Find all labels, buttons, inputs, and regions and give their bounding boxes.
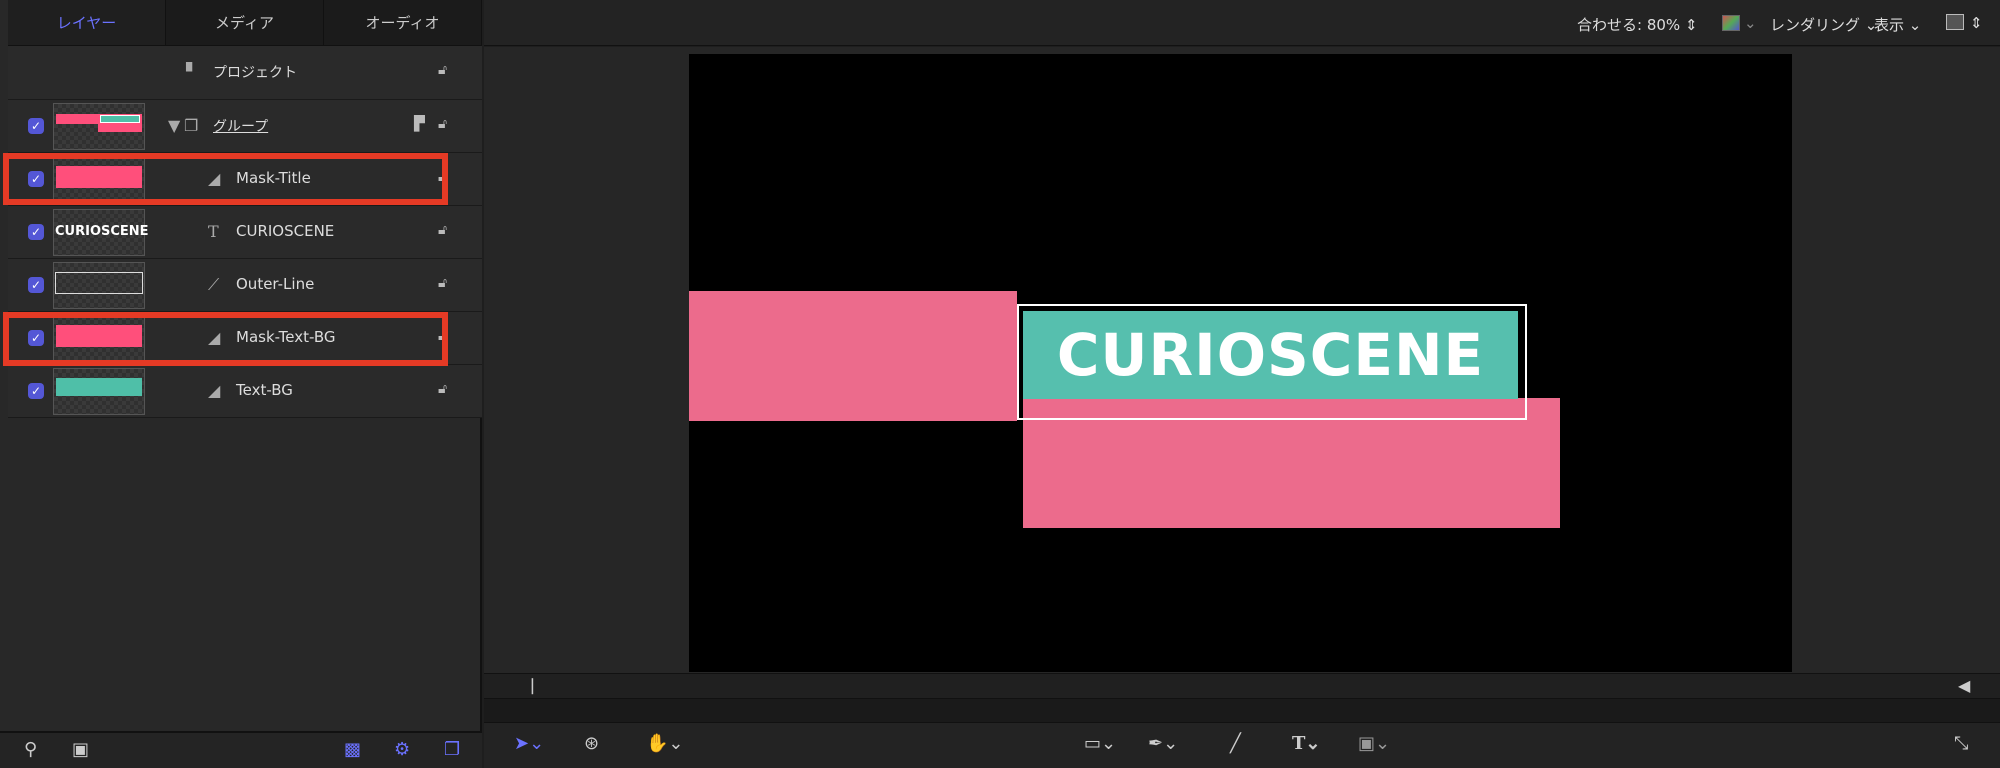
layout-icon[interactable] — [1946, 14, 1964, 30]
layer-name: CURIOSCENE — [236, 222, 335, 240]
lock-icon[interactable]: 🔓︎ — [438, 62, 447, 78]
outer-line-shape[interactable] — [1017, 304, 1527, 420]
project-row[interactable]: ▘ プロジェクト 🔓︎ — [8, 46, 482, 100]
document-icon: ▘ — [186, 62, 199, 81]
text-tool-icon[interactable]: T⌄ — [1292, 733, 1320, 754]
layer-row-group[interactable]: ✓ ▼ ❐ グループ ▛ 🔓︎ — [8, 100, 482, 153]
layer-row-outer-line[interactable]: ✓ ⟋ Outer-Line 🔓︎ — [8, 259, 482, 312]
layer-name: Outer-Line — [236, 275, 315, 293]
fullscreen-icon[interactable]: ⤡ — [1954, 733, 1968, 754]
lock-icon[interactable]: 🔓︎ — [438, 381, 447, 397]
hand-tool-icon[interactable]: ✋⌄ — [646, 733, 684, 754]
lock-icon[interactable]: 🔓︎ — [438, 116, 447, 132]
layer-thumbnail — [53, 262, 145, 309]
tab-media[interactable]: メディア — [166, 0, 324, 45]
thumbnail-toggle-icon[interactable]: ▣ — [72, 739, 89, 760]
line-icon: ⟋ — [208, 275, 220, 294]
text-icon: T — [208, 222, 219, 241]
group-options-icon[interactable]: ▛ — [414, 116, 425, 132]
layer-name: グループ — [213, 119, 269, 135]
highlight-box-mask-text-bg — [3, 312, 448, 366]
out-point-marker-icon[interactable]: ◀ — [1958, 676, 1970, 695]
select-tool-icon[interactable]: ➤⌄ — [514, 733, 544, 754]
highlight-box-mask-title — [3, 153, 448, 205]
layers-panel: レイヤー メディア オーディオ ▘ プロジェクト 🔓︎ ✓ ▼ ❐ グループ ▛… — [0, 0, 482, 768]
render-menu[interactable]: レンダリング ⌄ — [1770, 14, 1877, 35]
lock-icon[interactable]: 🔓︎ — [438, 275, 447, 291]
visibility-checkbox[interactable]: ✓ — [28, 383, 44, 399]
brush-tool-icon[interactable]: ╱ — [1230, 733, 1241, 754]
mini-timeline[interactable]: ⎹ ◀ — [484, 673, 2000, 699]
tools-toolbar: ➤⌄ ⊛ ✋⌄ ▭⌄ ✒⌄ ╱ T⌄ ▣⌄ ⤡ — [484, 722, 2000, 768]
layers-footer: ⚲ ▣ ▩ ⚙ ❐ — [0, 731, 482, 768]
transform-3d-icon[interactable]: ⊛ — [584, 733, 599, 754]
stepper-icon[interactable]: ⇕ — [1970, 14, 1983, 32]
timeline-track — [484, 699, 2000, 722]
project-label: プロジェクト — [213, 65, 297, 81]
in-point-marker-icon[interactable]: ⎹ — [517, 676, 533, 696]
shape-tool-icon[interactable]: ▭⌄ — [1084, 733, 1116, 754]
color-channel-icon[interactable] — [1722, 15, 1740, 31]
layer-row-text-bg[interactable]: ✓ ◢ Text-BG 🔓︎ — [8, 365, 482, 418]
layer-thumbnail — [53, 368, 145, 415]
layer-row-curioscene[interactable]: ✓ CURIOSCENE T CURIOSCENE 🔓︎ — [8, 206, 482, 259]
tab-layers[interactable]: レイヤー — [8, 0, 166, 45]
lock-icon[interactable]: 🔓︎ — [438, 222, 447, 238]
gear-icon[interactable]: ⚙ — [394, 739, 410, 760]
viewer-toolbar: 合わせる: 80% ⇕ ⌄ レンダリング ⌄ 表示 ⌄ ⇕ — [484, 0, 2000, 46]
zoom-fit-select[interactable]: 合わせる: 80% ⇕ — [1577, 14, 1698, 35]
shape-icon: ◢ — [208, 381, 221, 400]
chevron-down-icon[interactable]: ⌄ — [1744, 14, 1757, 32]
layers-icon[interactable]: ❐ — [444, 739, 460, 760]
mask-tool-icon[interactable]: ▣⌄ — [1358, 733, 1390, 754]
panel-tabs: レイヤー メディア オーディオ — [8, 0, 482, 46]
layer-name: Text-BG — [236, 381, 293, 399]
pen-tool-icon[interactable]: ✒⌄ — [1148, 733, 1178, 754]
group-icon: ❐ — [184, 116, 199, 135]
tab-audio[interactable]: オーディオ — [324, 0, 482, 45]
view-menu[interactable]: 表示 ⌄ — [1874, 14, 1921, 35]
layer-thumbnail: CURIOSCENE — [53, 209, 149, 256]
layer-thumbnail — [53, 103, 145, 150]
search-icon[interactable]: ⚲ — [24, 739, 37, 760]
mask-title-shape[interactable] — [689, 291, 1017, 421]
visibility-checkbox[interactable]: ✓ — [28, 118, 44, 134]
visibility-checkbox[interactable]: ✓ — [28, 224, 44, 240]
checker-icon[interactable]: ▩ — [344, 739, 361, 760]
visibility-checkbox[interactable]: ✓ — [28, 277, 44, 293]
